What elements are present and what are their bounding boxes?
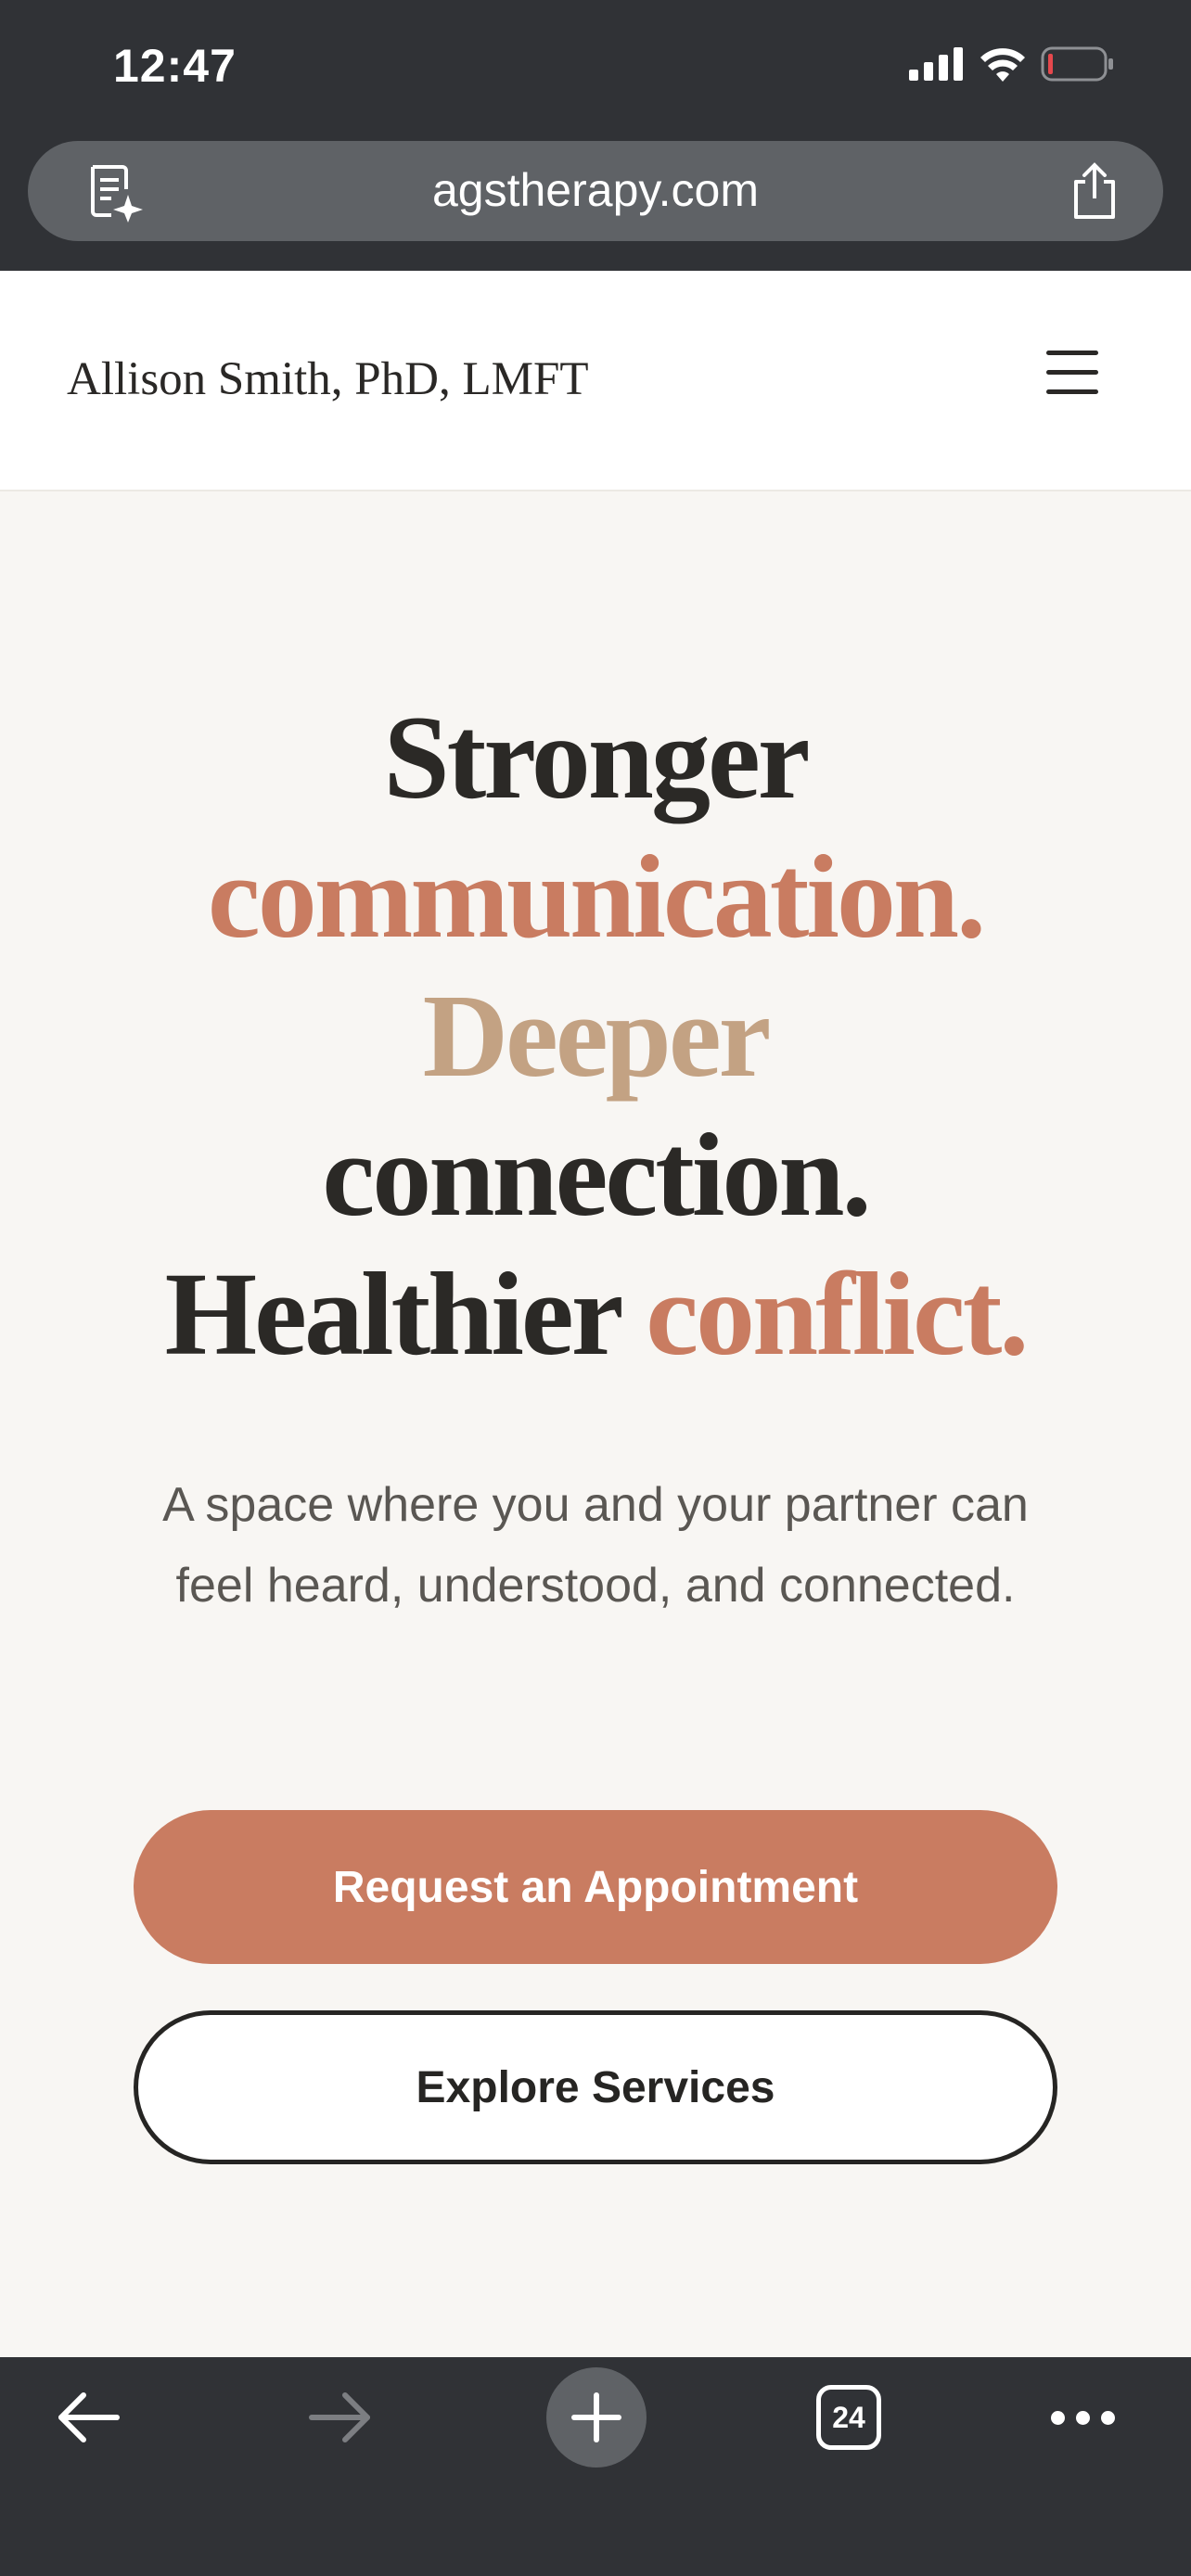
more-dot: [1050, 2410, 1065, 2425]
address-bar[interactable]: agstherapy.com: [28, 141, 1163, 241]
battery-icon: [1041, 46, 1113, 82]
site-header: Allison Smith, PhD, LMFT: [0, 271, 1191, 491]
back-arrow-icon: [58, 2392, 120, 2442]
headline-line-3: Deeper: [422, 970, 772, 1102]
tabs-icon: 24: [816, 2385, 881, 2450]
forward-arrow-icon: [309, 2392, 370, 2442]
browser-top-chrome: 12:47 agstherapy.com: [0, 0, 1191, 271]
request-appointment-button[interactable]: Request an Appointment: [134, 1810, 1057, 1964]
forward-button[interactable]: [289, 2357, 391, 2478]
headline-line-2: communication.: [207, 831, 986, 963]
new-tab-button[interactable]: [545, 2357, 647, 2478]
hero-section: Stronger communication. Deeper connectio…: [0, 491, 1191, 2357]
wifi-icon: [980, 48, 1025, 82]
headline-line-1: Stronger: [383, 692, 810, 823]
headline-line-4: connection.: [322, 1109, 871, 1241]
explore-services-button[interactable]: Explore Services: [134, 2010, 1057, 2164]
status-icons: [909, 46, 1115, 82]
headline-line-5: Healthier conflict.: [0, 1244, 1191, 1384]
url-text: agstherapy.com: [431, 164, 760, 216]
more-dot: [1100, 2410, 1115, 2425]
hero-headline: Stronger communication. Deeper connectio…: [0, 688, 1191, 1384]
headline-word-healthier: Healthier: [164, 1248, 622, 1380]
signal-icon: [909, 47, 963, 81]
new-tab-plus-icon: [546, 2367, 647, 2468]
more-dot: [1075, 2410, 1090, 2425]
more-icon[interactable]: [1031, 2357, 1133, 2478]
share-icon[interactable]: [1069, 161, 1121, 221]
site-brand[interactable]: Allison Smith, PhD, LMFT: [67, 352, 589, 406]
back-button[interactable]: [37, 2357, 139, 2478]
browser-bottom-toolbar: 24: [0, 2357, 1191, 2576]
hero-tagline: A space where you and your partner can f…: [162, 1478, 1029, 1613]
status-time: 12:47: [113, 40, 237, 92]
hamburger-menu-icon[interactable]: [1046, 351, 1098, 395]
headline-word-conflict: conflict.: [646, 1248, 1029, 1380]
tabs-button[interactable]: 24: [798, 2357, 900, 2478]
